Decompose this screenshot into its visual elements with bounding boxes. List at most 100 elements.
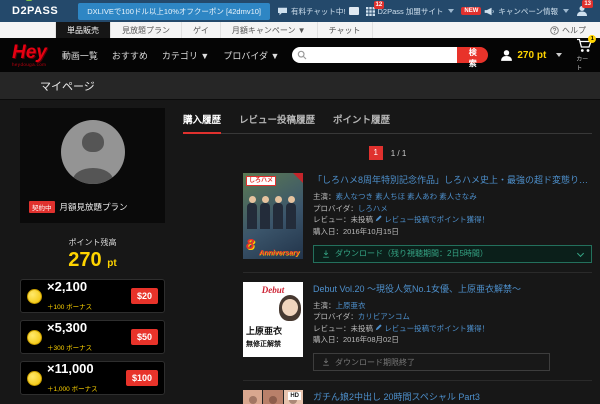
subnav-tab-monthly-campaign[interactable]: 月額キャンペーン ▼: [221, 22, 318, 38]
tab-point-history[interactable]: ポイント履歴: [333, 112, 390, 133]
user-icon: [500, 49, 513, 62]
thumb-caption-text: 無修正解禁: [246, 340, 281, 348]
account-menu[interactable]: 13: [576, 0, 593, 17]
subnav-tab-unlimited[interactable]: 見放題プラン: [111, 22, 182, 38]
buy-points-button[interactable]: $20: [130, 288, 158, 304]
video-title-link[interactable]: Debut Vol.20 ～現役人気No.1女優、上原亜衣解禁～: [313, 282, 592, 295]
nav-video-list[interactable]: 動画一覧: [62, 49, 98, 62]
review-status: 未投稿: [350, 323, 374, 333]
cast-label: 主演：: [313, 300, 336, 310]
point-unit: pt: [107, 258, 117, 269]
d2pass-logo[interactable]: D2PASS: [12, 5, 58, 17]
cast-label: 主演：: [313, 192, 336, 201]
point-balance-label: ポイント残高: [68, 238, 117, 247]
subnav-tab-gay[interactable]: ゲイ: [182, 22, 221, 38]
d2pass-topbar: D2PASS DXLIVEで100ドル以上10%オフクーポン [42dmv10]…: [0, 0, 600, 22]
coin-icon: [27, 329, 42, 345]
package-bonus: ＋100 ボーナス: [47, 304, 93, 311]
package-amount: ×5,300: [47, 320, 88, 336]
new-badge: NEW: [461, 7, 482, 15]
history-main: 購入履歴 レビュー投稿履歴 ポイント履歴 1 1 / 1 しろハメ 8 Anni…: [183, 100, 592, 404]
page-title-bar: マイページ: [0, 72, 600, 100]
subnav-tab-chat[interactable]: チャット: [318, 22, 373, 38]
affiliate-count-badge: 12: [373, 0, 385, 9]
provider-link[interactable]: カリビアンコム: [358, 312, 410, 321]
purchase-list: しろハメ 8 Anniversary 「しろハメ8周年特別記念作品」しろハメ史上…: [243, 164, 592, 404]
download-expired-label: ダウンロード期限終了: [335, 357, 415, 367]
nav-provider[interactable]: プロバイダ ▼: [223, 49, 279, 62]
write-review-link[interactable]: レビュー投稿でポイント獲得！: [384, 215, 489, 224]
account-sidebar: 契約中 月額見放題プラン ポイント残高 270 pt ×2,100 ＋100 ボ…: [20, 100, 165, 404]
video-title-link[interactable]: ガチん娘2中出し 20時間スペシャル Part3: [313, 390, 592, 403]
cast-link[interactable]: 素人なつき 素人ちほ 素人あわ 素人さなみ: [336, 192, 477, 201]
purchase-item: しろハメ 8 Anniversary 「しろハメ8周年特別記念作品」しろハメ史上…: [243, 164, 592, 272]
page-number-current[interactable]: 1: [368, 146, 383, 160]
purchase-date-label: 購入日：: [313, 226, 343, 236]
affiliate-sites-menu[interactable]: 12 D2Pass 加盟サイト: [365, 0, 455, 17]
point-package-1[interactable]: ×2,100 ＋100 ボーナス $20: [20, 279, 165, 313]
cart-count-badge: 1: [588, 35, 597, 43]
affiliate-label: D2Pass 加盟サイト: [377, 6, 444, 16]
download-icon: [322, 249, 330, 258]
provider-label: プロバイダ：: [313, 312, 358, 322]
video-title-link[interactable]: 「しろハメ8周年特別記念作品」しろハメ史上・最強の超ド変態りすめと総…: [313, 173, 592, 186]
subnav-tab-label: 月額キャンペーン ▼: [231, 25, 306, 35]
point-package-3[interactable]: ×11,000 ＋1,000 ボーナス $100: [20, 361, 165, 395]
buy-points-button[interactable]: $100: [125, 370, 158, 386]
page-title: マイページ: [40, 80, 95, 93]
account-points-menu[interactable]: 270 pt: [500, 49, 563, 62]
history-tabs: 購入履歴 レビュー投稿履歴 ポイント履歴: [183, 112, 592, 134]
provider-logo-chip: しろハメ: [246, 176, 277, 186]
pagination: 1 1 / 1: [183, 146, 592, 160]
notification-badge: 13: [582, 0, 593, 8]
chat-label: 有料チャット中!: [291, 6, 346, 16]
thumb-actress-text: 上原亜衣: [246, 325, 283, 336]
search-input[interactable]: [292, 47, 458, 63]
avatar[interactable]: [60, 120, 125, 184]
sprout-icon: [26, 0, 32, 1]
download-icon: [322, 358, 330, 366]
screen-icon: [348, 7, 359, 15]
subscription-plan-row: 契約中 月額見放題プラン: [26, 196, 159, 217]
video-thumbnail[interactable]: Debut 上原亜衣 無修正解禁: [243, 281, 303, 357]
thumbnail-photo: [247, 196, 296, 229]
help-icon: [550, 25, 559, 35]
tab-purchase-history[interactable]: 購入履歴: [183, 112, 222, 134]
tab-review-history[interactable]: レビュー投稿履歴: [239, 112, 315, 133]
nav-category[interactable]: カテゴリ ▼: [162, 49, 209, 62]
write-review-link[interactable]: レビュー投稿でポイント獲得！: [384, 324, 489, 333]
profile-panel: 契約中 月額見放題プラン: [20, 108, 165, 223]
search-button[interactable]: 検索: [457, 47, 489, 68]
review-label: レビュー：: [313, 215, 351, 225]
site-header: Hey heydouga.com 動画一覧 おすすめ カテゴリ ▼ プロバイダ …: [0, 35, 600, 72]
hey-logo-text: Hey: [12, 41, 47, 63]
subnav-tab-single[interactable]: 単品販売: [55, 22, 111, 38]
hey-logo-domain: heydouga.com: [12, 61, 47, 67]
chat-link[interactable]: 有料チャット中!: [277, 6, 359, 17]
buy-points-button[interactable]: $50: [130, 329, 158, 345]
campaign-menu[interactable]: NEW キャンペーン情報: [461, 6, 569, 17]
coupon-banner-button[interactable]: DXLIVEで100ドル以上10%オフクーポン [42dmv10]: [78, 2, 271, 20]
chevron-down-icon: [576, 249, 585, 257]
hey-logo[interactable]: Hey heydouga.com: [12, 43, 47, 68]
review-status: 未投稿: [350, 215, 374, 225]
subnav-tab-label: チャット: [328, 25, 361, 35]
chevron-down-icon: [448, 9, 455, 13]
video-thumbnail[interactable]: しろハメ 8 Anniversary: [243, 173, 303, 259]
corner-ribbon: [293, 173, 303, 183]
cast-link[interactable]: 上原亜衣: [336, 301, 366, 310]
package-bonus: ＋1,000 ボーナス: [47, 386, 98, 393]
download-button[interactable]: ダウンロード（残り視聴期間：2日5時間）: [313, 244, 592, 263]
campaign-label: キャンペーン情報: [498, 6, 558, 16]
video-thumbnail[interactable]: HD: [243, 390, 303, 404]
package-amount: ×2,100: [47, 279, 88, 295]
nav-recommended[interactable]: おすすめ: [112, 49, 148, 62]
cart-button[interactable]: 1 カート: [576, 35, 597, 72]
point-amount: 270: [68, 249, 102, 271]
provider-link[interactable]: しろハメ: [358, 204, 388, 213]
point-package-2[interactable]: ×5,300 ＋300 ボーナス $50: [20, 320, 165, 354]
purchase-item: HD ガチん娘2中出し 20時間スペシャル Part3 主演：あさか 葵 プロバ…: [243, 380, 592, 404]
package-bonus: ＋300 ボーナス: [47, 345, 93, 352]
subnav-tab-label: 見放題プラン: [122, 25, 170, 35]
provider-label: プロバイダ：: [313, 203, 358, 213]
